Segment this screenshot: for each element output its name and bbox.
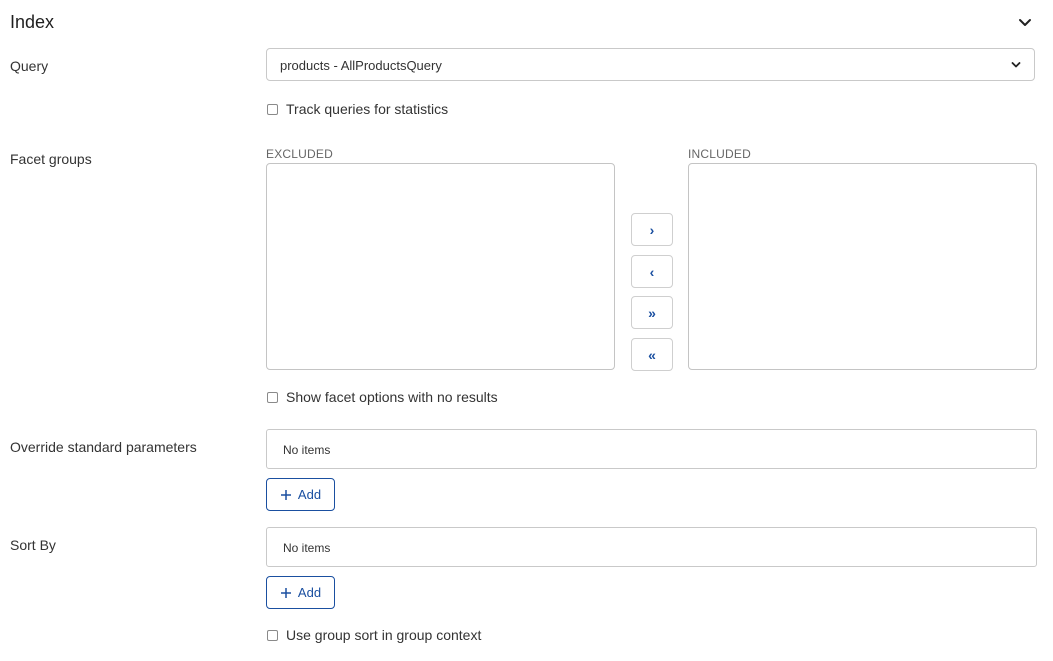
- plus-icon: [280, 587, 291, 598]
- plus-icon: [280, 489, 291, 500]
- query-select[interactable]: products - AllProductsQuery: [266, 48, 1035, 81]
- override-params-add-button[interactable]: Add: [266, 478, 335, 511]
- track-queries-checkbox[interactable]: [267, 103, 278, 115]
- excluded-listbox[interactable]: [266, 163, 615, 370]
- sort-by-add-button[interactable]: Add: [266, 576, 335, 609]
- override-params-empty-text: No items: [283, 443, 331, 457]
- move-all-right-button[interactable]: »: [631, 296, 673, 329]
- chevron-down-icon: [1011, 62, 1021, 68]
- override-params-list: No items: [266, 429, 1037, 469]
- move-left-button[interactable]: ‹: [631, 255, 673, 288]
- sort-by-add-label: Add: [297, 585, 322, 600]
- track-queries-row: Track queries for statistics: [267, 100, 448, 118]
- show-facet-options-checkbox[interactable]: [267, 391, 278, 403]
- query-selected-value: products - AllProductsQuery: [280, 58, 442, 73]
- query-label: Query: [10, 58, 49, 74]
- section-title: Index: [10, 12, 55, 32]
- group-sort-checkbox[interactable]: [267, 629, 278, 641]
- excluded-heading: EXCLUDED: [266, 147, 333, 161]
- show-facet-options-row: Show facet options with no results: [267, 388, 498, 406]
- facet-groups-label: Facet groups: [10, 151, 92, 167]
- group-sort-row: Use group sort in group context: [267, 626, 481, 644]
- override-params-add-label: Add: [297, 487, 322, 502]
- collapse-section-button[interactable]: [1016, 14, 1034, 32]
- included-heading: INCLUDED: [688, 147, 751, 161]
- sort-by-empty-text: No items: [283, 541, 331, 555]
- override-params-label: Override standard parameters: [10, 439, 197, 455]
- chevron-down-icon: [1019, 19, 1031, 26]
- group-sort-label: Use group sort in group context: [286, 627, 482, 643]
- included-listbox[interactable]: [688, 163, 1037, 370]
- sort-by-label: Sort By: [10, 537, 56, 553]
- track-queries-label: Track queries for statistics: [286, 101, 449, 117]
- move-all-left-button[interactable]: «: [631, 338, 673, 371]
- show-facet-options-label: Show facet options with no results: [286, 389, 498, 405]
- move-right-button[interactable]: ›: [631, 213, 673, 246]
- sort-by-list: No items: [266, 527, 1037, 567]
